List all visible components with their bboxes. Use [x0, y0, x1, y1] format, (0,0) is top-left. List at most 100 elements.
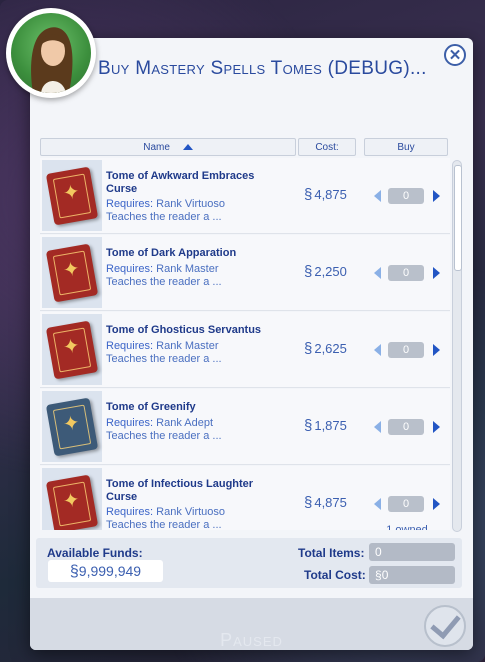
column-header-name[interactable]: Name	[40, 138, 296, 156]
requires-label: Requires:	[106, 417, 154, 429]
column-header-buy[interactable]: Buy	[364, 138, 448, 156]
item-cost: § 1,875	[304, 417, 347, 434]
sort-ascending-icon	[182, 144, 193, 151]
column-header-cost-label: Cost:	[315, 142, 339, 153]
sim-avatar	[6, 8, 96, 98]
quantity-stepper: 0	[372, 342, 442, 358]
simoleon-icon: §	[375, 568, 382, 582]
simoleon-icon: §	[304, 417, 313, 434]
funds-amount: 9,999,949	[78, 563, 142, 579]
simoleon-icon: §	[304, 263, 313, 280]
item-name: Tome of Infectious Laughter Curse	[106, 478, 254, 503]
requires-label: Requires:	[106, 506, 154, 518]
quantity-stepper: 0	[372, 496, 442, 512]
quantity-value[interactable]: 0	[388, 188, 424, 204]
item-requirement: Requires: Rank Master	[106, 340, 219, 353]
item-cost-value: 4,875	[314, 187, 347, 202]
item-cost: § 4,875	[304, 186, 347, 203]
item-list: ✦ Tome of Awkward Embraces Curse Require…	[40, 158, 450, 530]
simoleon-icon: §	[304, 340, 313, 357]
decrease-arrow-icon[interactable]	[374, 498, 381, 510]
quantity-value[interactable]: 0	[388, 265, 424, 281]
item-requirement: Requires: Rank Virtuoso	[106, 198, 225, 211]
spellbook-icon: ✦	[45, 166, 99, 226]
decrease-arrow-icon[interactable]	[374, 267, 381, 279]
quantity-stepper: 0	[372, 265, 442, 281]
spellbook-icon: ✦	[45, 474, 99, 530]
item-requirement: Requires: Rank Virtuoso	[106, 506, 225, 519]
confirm-button[interactable]	[424, 605, 466, 647]
requires-value: Rank Virtuoso	[156, 198, 226, 210]
quantity-stepper: 0	[372, 188, 442, 204]
increase-arrow-icon[interactable]	[433, 344, 440, 356]
spellbook-icon: ✦	[45, 243, 99, 303]
requires-label: Requires:	[106, 198, 154, 210]
tome-thumbnail: ✦	[42, 468, 102, 530]
requires-label: Requires:	[106, 340, 154, 352]
quantity-stepper: 0	[372, 419, 442, 435]
item-description: Teaches the reader a ...	[106, 276, 222, 288]
tome-thumbnail: ✦	[42, 237, 102, 308]
item-description: Teaches the reader a ...	[106, 430, 222, 442]
list-item[interactable]: ✦ Tome of Greenify Requires: Rank Adept …	[40, 389, 450, 465]
quantity-value[interactable]: 0	[388, 496, 424, 512]
dialog-title: Buy Mastery Spells Tomes (DEBUG)...	[98, 58, 427, 79]
item-name: Tome of Awkward Embraces Curse	[106, 170, 255, 195]
bottom-bar: Paused	[30, 598, 473, 650]
item-name: Tome of Greenify	[106, 401, 196, 413]
increase-arrow-icon[interactable]	[433, 421, 440, 433]
decrease-arrow-icon[interactable]	[374, 344, 381, 356]
list-item[interactable]: ✦ Tome of Infectious Laughter Curse Requ…	[40, 466, 450, 530]
quantity-value[interactable]: 0	[388, 342, 424, 358]
item-requirement: Requires: Rank Master	[106, 263, 219, 276]
item-cost: § 2,250	[304, 263, 347, 280]
available-funds-label: Available Funds:	[47, 546, 143, 560]
spellbook-icon: ✦	[45, 397, 99, 457]
available-funds-value: §9,999,949	[48, 560, 163, 582]
spellbook-icon: ✦	[45, 320, 99, 380]
decrease-arrow-icon[interactable]	[374, 421, 381, 433]
item-cost-value: 2,250	[314, 264, 347, 279]
item-cost: § 4,875	[304, 494, 347, 511]
item-cost-value: 2,625	[314, 341, 347, 356]
requires-label: Requires:	[106, 263, 154, 275]
simoleon-icon: §	[69, 563, 79, 580]
list-scrollbar[interactable]	[452, 160, 462, 532]
simoleon-icon: §	[304, 186, 313, 203]
close-icon[interactable]: ✕	[444, 44, 466, 66]
tome-thumbnail: ✦	[42, 314, 102, 385]
column-header-name-label: Name	[143, 142, 170, 153]
tome-thumbnail: ✦	[42, 391, 102, 462]
paused-label: Paused	[220, 630, 283, 650]
total-items-value: 0	[369, 543, 455, 561]
item-requirement: Requires: Rank Adept	[106, 417, 213, 430]
scrollbar-thumb[interactable]	[454, 165, 462, 271]
requires-value: Rank Master	[156, 263, 219, 275]
total-cost-label: Total Cost:	[304, 568, 366, 582]
total-cost-value: §0	[369, 566, 455, 584]
item-name: Tome of Ghosticus Servantus	[106, 324, 262, 336]
requires-value: Rank Master	[156, 340, 219, 352]
checkmark-icon	[430, 607, 461, 640]
total-items-label: Total Items:	[298, 546, 365, 560]
item-name: Tome of Dark Apparation	[106, 247, 237, 259]
list-item[interactable]: ✦ Tome of Awkward Embraces Curse Require…	[40, 158, 450, 234]
requires-value: Rank Adept	[156, 417, 214, 429]
increase-arrow-icon[interactable]	[433, 190, 440, 202]
item-cost: § 2,625	[304, 340, 347, 357]
list-item[interactable]: ✦ Tome of Dark Apparation Requires: Rank…	[40, 235, 450, 311]
total-cost-amount: 0	[381, 568, 389, 582]
increase-arrow-icon[interactable]	[433, 498, 440, 510]
owned-count: 1 owned	[386, 524, 428, 530]
item-cost-value: 4,875	[314, 495, 347, 510]
item-description: Teaches the reader a ...	[106, 353, 222, 365]
tome-thumbnail: ✦	[42, 160, 102, 231]
list-item[interactable]: ✦ Tome of Ghosticus Servantus Requires: …	[40, 312, 450, 388]
decrease-arrow-icon[interactable]	[374, 190, 381, 202]
column-header-buy-label: Buy	[397, 142, 415, 153]
increase-arrow-icon[interactable]	[433, 267, 440, 279]
item-cost-value: 1,875	[314, 418, 347, 433]
column-header-cost[interactable]: Cost:	[298, 138, 356, 156]
item-description: Teaches the reader a ...	[106, 211, 222, 223]
quantity-value[interactable]: 0	[388, 419, 424, 435]
